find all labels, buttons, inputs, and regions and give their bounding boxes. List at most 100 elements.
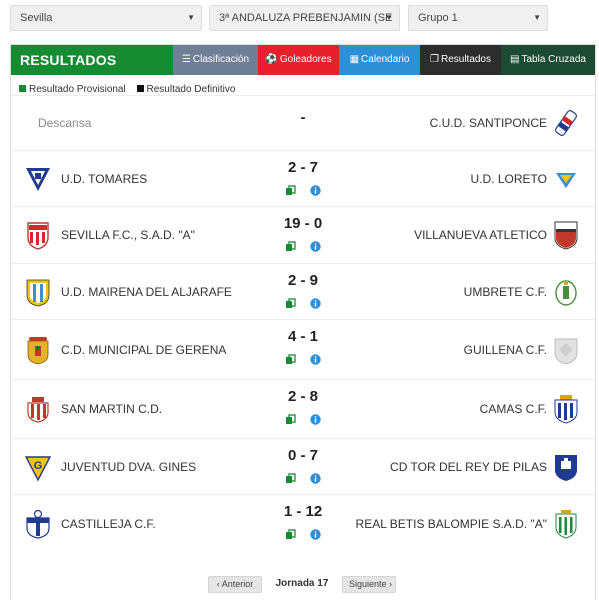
- club-crest-icon: [554, 338, 578, 365]
- table-icon: ▤: [510, 54, 520, 65]
- match-row: C.D. MUNICIPAL DE GERENA 4 - 1 GUILLENA …: [11, 319, 595, 379]
- competition-select[interactable]: 3ª ANDALUZA PREBENJAMIN (SE ▼: [209, 5, 400, 31]
- match-score: 2 - 9: [287, 272, 318, 289]
- club-crest-icon: G: [24, 455, 52, 482]
- soccer-ball-icon: ⚽: [265, 54, 278, 65]
- copy-report-icon[interactable]: [285, 298, 296, 309]
- previous-round-button[interactable]: ‹ Anterior: [208, 576, 262, 593]
- match-row: G JUVENTUD DVA. GINES 0 - 7 CD TOR DEL R…: [11, 438, 595, 494]
- match-row: SEVILLA F.C., S.A.D. "A" 19 - 0 VILLANUE…: [11, 206, 595, 263]
- match-actions: [253, 351, 353, 369]
- away-team-name[interactable]: REAL BETIS BALOMPIE S.A.D. "A": [356, 517, 547, 531]
- club-crest-icon: [27, 336, 49, 364]
- tab-resultados-label: Resultados: [440, 54, 491, 65]
- away-team-name[interactable]: VILLANUEVA ATLETICO: [414, 228, 547, 242]
- match-score: -: [300, 109, 306, 126]
- legend-provisional-label: Resultado Provisional: [29, 84, 126, 95]
- group-select[interactable]: Grupo 1 ▼: [408, 5, 548, 31]
- away-team-name[interactable]: GUILLENA C.F.: [464, 343, 547, 357]
- tab-tabla-cruzada-label: Tabla Cruzada: [521, 54, 586, 65]
- copy-report-icon[interactable]: [285, 354, 296, 365]
- away-team-name[interactable]: CAMAS C.F.: [480, 402, 547, 416]
- club-crest-icon: [554, 395, 578, 424]
- tab-tabla-cruzada[interactable]: ▤ Tabla Cruzada: [501, 45, 595, 75]
- next-round-label: Siguiente: [349, 579, 387, 589]
- caret-down-icon: ▼: [533, 13, 541, 22]
- club-crest-icon: [556, 172, 576, 188]
- club-crest-icon: [27, 397, 49, 423]
- copy-report-icon[interactable]: [285, 241, 296, 252]
- tab-clasificacion[interactable]: ☰ Clasificación: [173, 45, 258, 75]
- window-icon: ❐: [430, 54, 439, 65]
- results-card: RESULTADOS ☰ Clasificación ⚽ Goleadores ▦ C…: [10, 44, 596, 600]
- away-team-name[interactable]: CD TOR DEL REY DE PILAS: [390, 460, 547, 474]
- info-icon[interactable]: [310, 298, 321, 309]
- match-score: 0 - 7: [287, 447, 318, 464]
- tab-resultados[interactable]: ❐ Resultados: [420, 45, 501, 75]
- results-title: RESULTADOS: [20, 52, 117, 68]
- chevron-left-icon: ‹: [216, 579, 220, 589]
- home-team-name[interactable]: U.D. TOMARES: [61, 172, 147, 186]
- match-actions: [253, 295, 353, 313]
- match-actions: [253, 526, 353, 544]
- match-score: 1 - 12: [283, 503, 323, 520]
- match-score: 4 - 1: [287, 328, 318, 345]
- match-row: Descansa - C.U.D. SANTIPONCE: [11, 95, 595, 150]
- home-team-name[interactable]: U.D. MAIRENA DEL ALJARAFE: [61, 285, 232, 299]
- previous-round-label: Anterior: [221, 579, 254, 589]
- copy-report-icon[interactable]: [285, 473, 296, 484]
- info-icon[interactable]: [310, 529, 321, 540]
- club-crest-icon: [27, 222, 49, 250]
- home-team-name[interactable]: SAN MARTIN C.D.: [61, 402, 162, 416]
- club-crest-icon: [555, 509, 577, 539]
- home-team-name[interactable]: JUVENTUD DVA. GINES: [61, 460, 196, 474]
- caret-down-icon: ▼: [187, 13, 195, 22]
- copy-report-icon[interactable]: [285, 529, 296, 540]
- home-team-name: Descansa: [38, 116, 92, 130]
- chevron-right-icon: ›: [389, 579, 393, 589]
- results-tab-bar: RESULTADOS ☰ Clasificación ⚽ Goleadores ▦ C…: [11, 45, 595, 75]
- match-row: U.D. MAIRENA DEL ALJARAFE 2 - 9 UMBRETE …: [11, 263, 595, 319]
- club-crest-icon: [26, 279, 50, 306]
- match-row: U.D. TOMARES 2 - 7 U.D. LORETO: [11, 150, 595, 206]
- info-icon[interactable]: [310, 241, 321, 252]
- calendar-icon: ▦: [349, 54, 360, 65]
- match-row: SAN MARTIN C.D. 2 - 8 CAMAS C.F.: [11, 379, 595, 438]
- home-team-name[interactable]: CASTILLEJA C.F.: [61, 517, 156, 531]
- tab-calendario-label: Calendario: [361, 54, 410, 65]
- caret-down-icon: ▼: [385, 13, 393, 22]
- tab-calendario[interactable]: ▦ Calendario: [339, 45, 420, 75]
- info-icon[interactable]: [310, 354, 321, 365]
- match-actions: [253, 182, 353, 200]
- competition-select-value: 3ª ANDALUZA PREBENJAMIN (SE: [219, 12, 393, 24]
- club-crest-icon: [26, 509, 50, 539]
- next-round-button[interactable]: Siguiente ›: [342, 576, 396, 593]
- home-team-name[interactable]: C.D. MUNICIPAL DE GERENA: [61, 343, 226, 357]
- home-team-name[interactable]: SEVILLA F.C., S.A.D. "A": [61, 228, 195, 242]
- club-crest-icon: [555, 454, 577, 481]
- match-row: CASTILLEJA C.F. 1 - 12 REAL BETIS BALOMP…: [11, 494, 595, 552]
- tab-goleadores[interactable]: ⚽ Goleadores: [258, 45, 339, 75]
- club-crest-icon: [555, 110, 577, 136]
- copy-report-icon[interactable]: [285, 185, 296, 196]
- away-team-name[interactable]: U.D. LORETO: [471, 172, 547, 186]
- result-legend: Resultado Provisional Resultado Definiti…: [19, 84, 243, 95]
- info-icon[interactable]: [310, 473, 321, 484]
- tab-goleadores-label: Goleadores: [279, 54, 332, 65]
- tab-clasificacion-label: Clasificación: [192, 54, 250, 65]
- filters-bar: Sevilla ▼ 3ª ANDALUZA PREBENJAMIN (SE ▼ …: [10, 5, 589, 31]
- province-select[interactable]: Sevilla ▼: [10, 5, 202, 31]
- away-team-name[interactable]: C.U.D. SANTIPONCE: [430, 116, 547, 130]
- match-actions: [253, 470, 353, 488]
- info-icon[interactable]: [310, 185, 321, 196]
- club-crest-icon: [26, 167, 50, 191]
- group-select-value: Grupo 1: [418, 12, 458, 24]
- list-icon: ☰: [181, 54, 191, 65]
- away-team-name[interactable]: UMBRETE C.F.: [464, 285, 547, 299]
- info-icon[interactable]: [310, 414, 321, 425]
- legend-definitivo-label: Resultado Definitivo: [146, 84, 236, 95]
- match-score: 2 - 7: [287, 159, 318, 176]
- match-actions: [253, 411, 353, 429]
- copy-report-icon[interactable]: [285, 414, 296, 425]
- match-score: 19 - 0: [283, 215, 323, 232]
